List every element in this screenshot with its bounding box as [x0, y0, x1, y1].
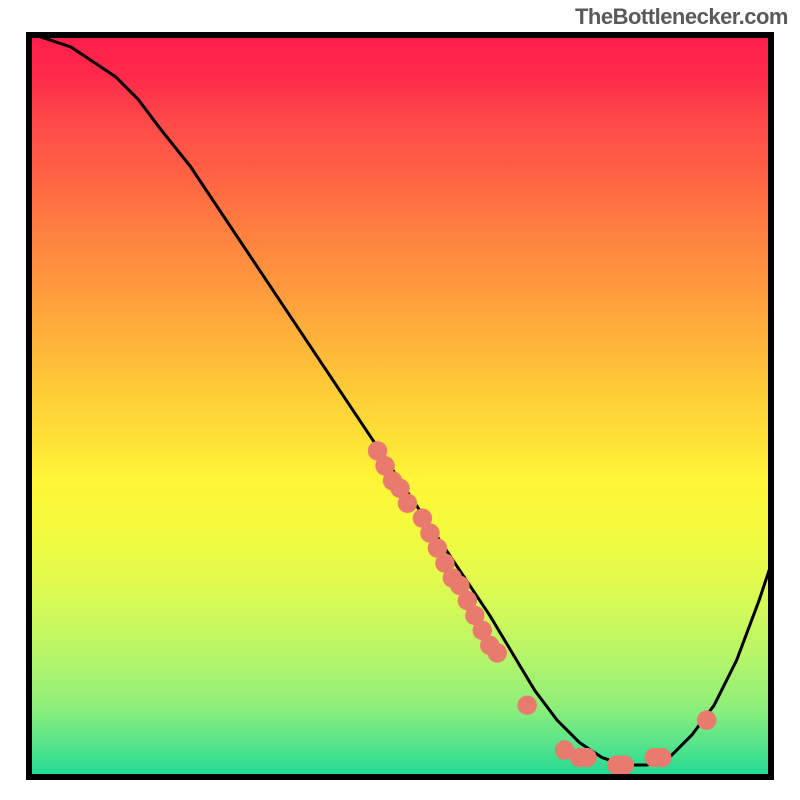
scatter-dot: [615, 755, 634, 774]
scatter-dots: [368, 441, 717, 775]
bottleneck-curve: [26, 32, 774, 765]
chart-root: TheBottlenecker.com: [0, 0, 800, 800]
scatter-dot: [577, 748, 596, 767]
watermark-label: TheBottlenecker.com: [575, 4, 788, 30]
scatter-dot: [697, 710, 716, 729]
scatter-dot: [517, 695, 536, 714]
chart-svg: [26, 32, 774, 780]
scatter-dot: [398, 494, 417, 513]
scatter-dot: [488, 643, 507, 662]
scatter-dot: [652, 748, 671, 767]
plot-area: [26, 32, 774, 780]
